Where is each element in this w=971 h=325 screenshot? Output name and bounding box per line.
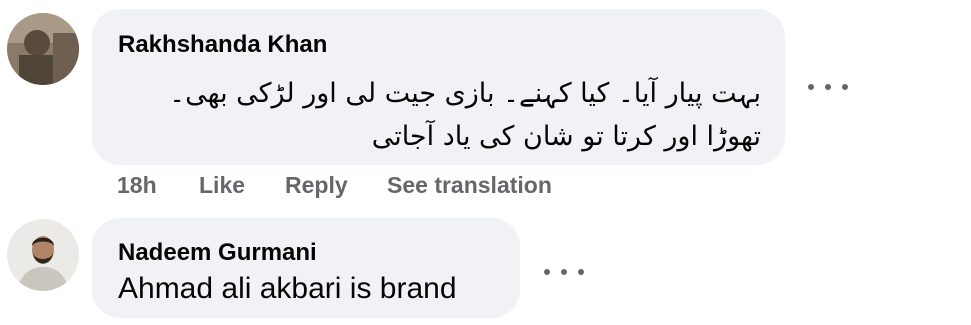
comment-thread: Rakhshanda Khan بہت پیار آیا۔ کیا کہنے۔ … (0, 0, 971, 325)
more-dot (561, 269, 567, 275)
reply-button[interactable]: Reply (285, 172, 387, 199)
comment-actions: 18h Like Reply See translation (117, 170, 552, 200)
comment-author[interactable]: Nadeem Gurmani (118, 239, 317, 267)
more-horizontal-icon (808, 84, 814, 90)
more-options-button[interactable] (808, 75, 848, 99)
profile-photo-icon (7, 13, 79, 85)
more-dot (842, 84, 848, 90)
avatar-nadeem-gurmani[interactable] (7, 219, 79, 291)
more-dot (578, 269, 584, 275)
comment-bubble: Rakhshanda Khan بہت پیار آیا۔ کیا کہنے۔ … (92, 9, 785, 165)
profile-photo-icon (7, 219, 79, 291)
comment-text: Ahmad ali akbari is brand (118, 272, 457, 305)
comment-timestamp[interactable]: 18h (117, 172, 199, 199)
comment-author[interactable]: Rakhshanda Khan (118, 31, 327, 59)
comment-text-line: بہت پیار آیا۔ کیا کہنے۔ بازی جیت لی اور … (169, 78, 761, 109)
avatar-rakhshanda-khan[interactable] (7, 13, 79, 85)
comment-bubble: Nadeem Gurmani Ahmad ali akbari is brand (92, 218, 520, 318)
like-button[interactable]: Like (199, 172, 285, 199)
comment-text-line: تھوڑا اور کرتا تو شان کی یاد آجاتی (371, 121, 761, 152)
more-dot (825, 84, 831, 90)
see-translation-button[interactable]: See translation (387, 172, 552, 199)
more-options-button[interactable] (544, 260, 584, 284)
more-horizontal-icon (544, 269, 550, 275)
